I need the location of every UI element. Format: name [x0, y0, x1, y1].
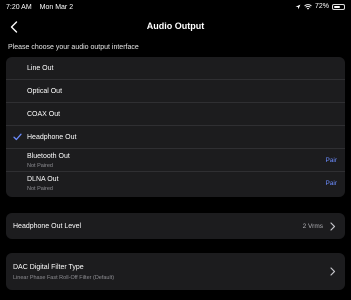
page-title: Audio Output — [146, 21, 205, 31]
section-hint: Please choose your audio output interfac… — [8, 44, 139, 51]
dac-filter-label: DAC Digital Filter Type — [13, 264, 84, 271]
battery-fill — [334, 5, 340, 8]
option-optical-out[interactable]: Optical Out — [6, 80, 345, 103]
headphone-level-value: 2 Vrms — [302, 223, 323, 230]
chevron-right-icon — [330, 267, 336, 276]
option-coax-out[interactable]: COAX Out — [6, 103, 345, 126]
status-date: Mon Mar 2 — [39, 4, 74, 11]
wifi-icon — [304, 3, 312, 10]
option-dlna-out[interactable]: DLNA Out Not Paired Pair — [6, 172, 345, 195]
status-right: 72% — [295, 3, 345, 10]
option-label: DLNA Out — [27, 176, 59, 183]
status-left: 7:20 AM Mon Mar 2 — [6, 4, 79, 11]
checkmark-icon — [13, 133, 22, 141]
option-label: Headphone Out — [27, 134, 77, 141]
dac-filter-row[interactable]: DAC Digital Filter Type Linear Phase Fas… — [6, 253, 345, 290]
headphone-level-row[interactable]: Headphone Out Level 2 Vrms — [6, 213, 345, 239]
option-status: Not Paired — [27, 186, 53, 192]
chevron-right-icon — [330, 222, 336, 231]
dac-filter-value: Linear Phase Fast Roll-Off Filter (Defau… — [13, 275, 115, 281]
status-bar: 7:20 AM Mon Mar 2 72% — [0, 0, 351, 16]
option-label: Bluetooth Out — [27, 153, 70, 160]
bluetooth-pair-button[interactable]: Pair — [325, 157, 337, 164]
option-headphone-out[interactable]: Headphone Out — [6, 126, 345, 149]
battery-percent: 72% — [314, 3, 329, 10]
option-bluetooth-out[interactable]: Bluetooth Out Not Paired Pair — [6, 149, 345, 172]
headphone-level-label: Headphone Out Level — [13, 223, 82, 230]
option-status: Not Paired — [27, 163, 53, 169]
location-icon — [295, 4, 301, 9]
battery-icon — [332, 3, 345, 10]
status-time: 7:20 AM — [6, 4, 32, 11]
option-line-out[interactable]: Line Out — [6, 57, 345, 80]
nav-bar: Audio Output — [0, 16, 351, 38]
audio-output-screen: 7:20 AM Mon Mar 2 72% Audio Output Pleas… — [0, 0, 351, 300]
option-label: Optical Out — [27, 88, 63, 95]
dlna-pair-button[interactable]: Pair — [325, 180, 337, 187]
option-label: COAX Out — [27, 111, 61, 118]
output-options-list: Line Out Optical Out COAX Out Headphone … — [6, 57, 345, 197]
option-label: Line Out — [27, 65, 54, 72]
